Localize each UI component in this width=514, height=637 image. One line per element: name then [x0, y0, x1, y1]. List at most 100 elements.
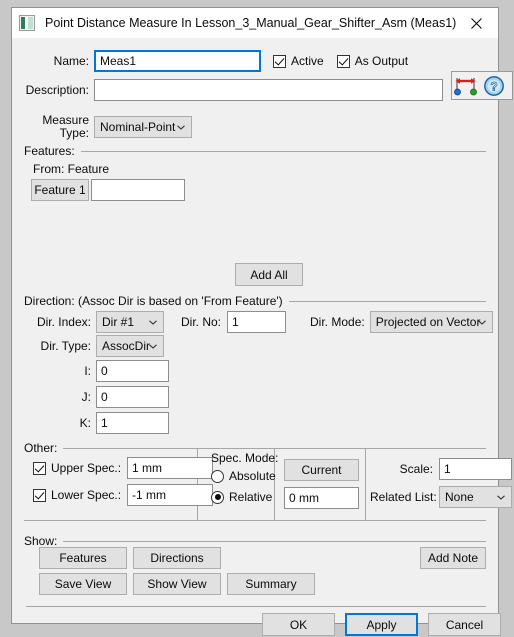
upper-spec-input[interactable] [127, 457, 214, 479]
scale-input[interactable] [439, 458, 512, 480]
summary-button[interactable]: Summary [227, 573, 315, 595]
title-bar: Point Distance Measure In Lesson_3_Manua… [12, 8, 498, 38]
lower-spec-row: Lower Spec.: [33, 484, 214, 506]
dir-type-select[interactable]: AssocDir [96, 335, 164, 357]
lower-spec-label: Lower Spec.: [51, 488, 122, 502]
relative-label: Relative [229, 490, 273, 504]
scale-row: Scale: [370, 458, 512, 480]
cancel-button[interactable]: Cancel [428, 613, 501, 636]
upper-spec-label: Upper Spec.: [51, 461, 122, 475]
directions-button[interactable]: Directions [133, 547, 221, 569]
ok-button[interactable]: OK [262, 613, 335, 636]
chevron-down-icon [477, 320, 486, 325]
dir-no-label: Dir. No: [181, 315, 222, 329]
related-list-row: Related List: None [370, 486, 512, 508]
app-icon [19, 15, 35, 31]
absolute-radio-circle [211, 469, 224, 483]
features-group-line [80, 150, 486, 152]
from-feature-label: From: Feature [33, 162, 110, 176]
scale-label: Scale: [399, 462, 433, 476]
related-list-select[interactable]: None [439, 486, 512, 508]
add-all-button[interactable]: Add All [235, 263, 303, 286]
dir-type-label: Dir. Type: [40, 339, 91, 353]
show-view-button[interactable]: Show View [133, 573, 221, 595]
vector-i-input[interactable] [96, 360, 169, 382]
direction-index-row: Dir. Index: Dir #1 Dir. No: Dir. Mode: P… [12, 311, 498, 333]
window-title: Point Distance Measure In Lesson_3_Manua… [45, 16, 457, 30]
measure-type-select[interactable]: Nominal-Point [94, 116, 192, 138]
absolute-label: Absolute [229, 469, 276, 483]
chevron-down-icon [177, 125, 185, 130]
dir-mode-value: Projected on Vector [375, 315, 481, 329]
show-group-line [63, 540, 486, 542]
description-input[interactable] [94, 79, 443, 101]
current-value-input[interactable] [284, 487, 359, 509]
feature1-button[interactable]: Feature 1 [31, 179, 89, 201]
close-icon[interactable] [454, 8, 498, 38]
dir-index-label: Dir. Index: [36, 315, 91, 329]
other-group-label: Other: [24, 441, 58, 455]
dir-no-input[interactable] [227, 311, 287, 333]
show-group-header: Show: [24, 534, 486, 548]
other-divider-3 [365, 449, 366, 520]
vector-j-input[interactable] [96, 386, 169, 408]
related-list-value: None [445, 490, 474, 504]
features-group-header: Features: [24, 144, 486, 158]
name-row: Name: Active As Output [12, 50, 498, 72]
vector-i-label: I: [84, 364, 91, 378]
dir-mode-select[interactable]: Projected on Vector [369, 311, 493, 333]
description-row: Description: [12, 79, 498, 101]
chevron-down-icon [149, 344, 157, 349]
upper-spec-row: Upper Spec.: [33, 457, 214, 479]
save-view-button[interactable]: Save View [39, 573, 127, 595]
active-label: Active [291, 54, 324, 68]
features-button[interactable]: Features [39, 547, 127, 569]
add-note-button[interactable]: Add Note [420, 547, 486, 569]
chevron-down-icon [497, 495, 505, 500]
measure-type-label-line2: Type: [59, 126, 89, 140]
spec-mode-relative-radio[interactable]: Relative [211, 490, 272, 504]
dir-mode-label: Dir. Mode: [310, 315, 365, 329]
spec-mode-label: Spec. Mode: [211, 451, 279, 465]
features-group-label: Features: [24, 144, 75, 158]
related-list-label: Related List: [370, 490, 437, 504]
direction-group-header: Direction: (Assoc Dir is based on 'From … [24, 294, 486, 308]
dialog-window: Point Distance Measure In Lesson_3_Manua… [11, 7, 513, 636]
help-icon[interactable]: ? [480, 73, 508, 99]
feature-row: Feature 1 [31, 179, 185, 201]
svg-text:?: ? [490, 79, 497, 93]
vector-k-row: K: [12, 412, 169, 434]
icon-toolbar: ? [451, 71, 513, 100]
lower-spec-checkbox[interactable]: Lower Spec.: [33, 488, 121, 502]
lower-spec-checkbox-box [33, 488, 46, 502]
direction-type-row: Dir. Type: AssocDir [12, 335, 164, 357]
vector-k-input[interactable] [96, 412, 169, 434]
upper-spec-checkbox[interactable]: Upper Spec.: [33, 461, 121, 475]
name-input[interactable] [94, 50, 261, 72]
dialog-body: Name: Active As Output Description: [12, 38, 513, 636]
current-button[interactable]: Current [284, 459, 359, 481]
measure-type-row: Measure Type: Nominal-Point [12, 114, 272, 140]
active-checkbox[interactable]: Active [273, 54, 324, 68]
footer-separator [26, 606, 486, 607]
dir-index-select[interactable]: Dir #1 [96, 311, 164, 333]
measure-type-label-line1: Measure [42, 113, 89, 127]
vector-j-label: J: [81, 390, 91, 404]
active-checkbox-box [273, 54, 286, 68]
dir-index-value: Dir #1 [102, 315, 135, 329]
apply-button[interactable]: Apply [345, 613, 418, 636]
as-output-checkbox[interactable]: As Output [336, 54, 409, 68]
description-label: Description: [25, 83, 89, 97]
lower-spec-input[interactable] [127, 484, 214, 506]
point-distance-icon[interactable] [452, 73, 480, 99]
vector-i-row: I: [12, 360, 169, 382]
vector-j-row: J: [12, 386, 169, 408]
as-output-label: As Output [354, 54, 409, 68]
feature1-input[interactable] [91, 179, 185, 201]
dir-type-value: AssocDir [102, 339, 151, 353]
other-bottom-line [24, 520, 486, 521]
chevron-down-icon [149, 320, 157, 325]
spec-mode-absolute-radio[interactable]: Absolute [211, 469, 276, 483]
relative-radio-circle [211, 490, 224, 504]
upper-spec-checkbox-box [33, 461, 46, 475]
